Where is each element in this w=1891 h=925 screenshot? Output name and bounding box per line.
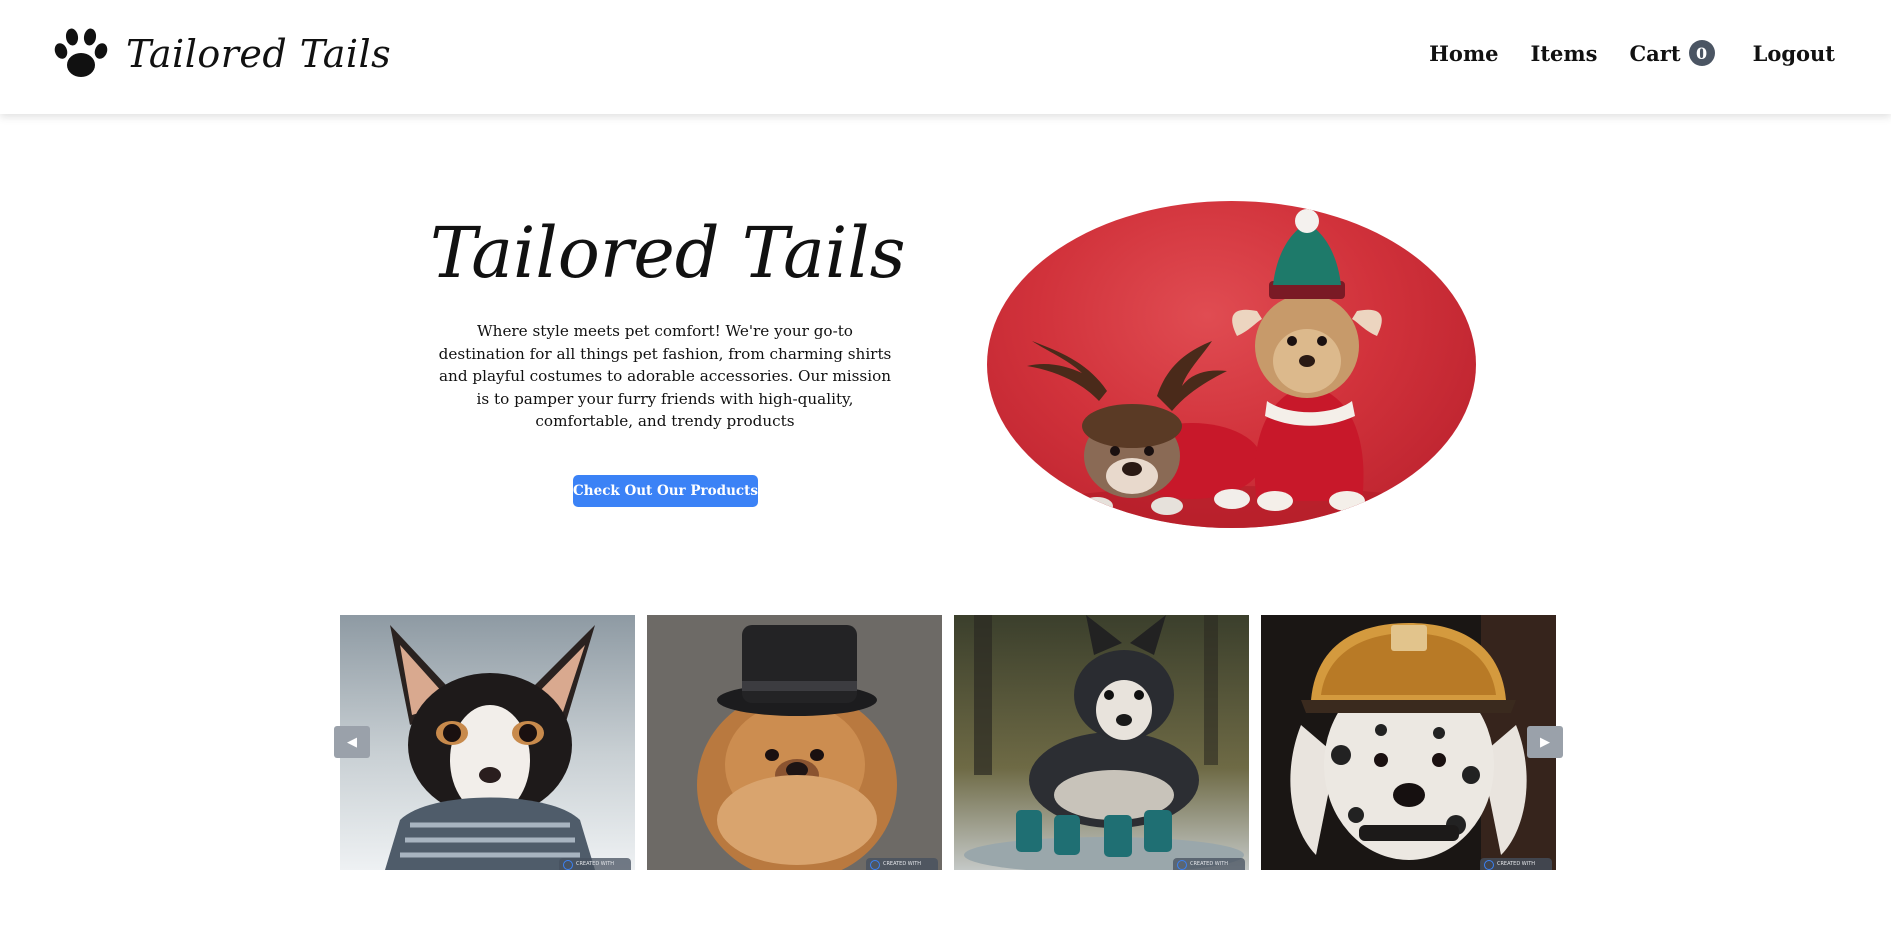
created-with-badge: CREATED WITH (559, 858, 631, 870)
carousel-slide[interactable]: CREATED WITH (1261, 615, 1556, 870)
carousel-next-button[interactable]: ▶ (1527, 726, 1563, 758)
carousel-slide[interactable]: CREATED WITH (340, 615, 635, 870)
nav-items-link[interactable]: Items (1531, 41, 1598, 66)
created-with-badge: CREATED WITH (1173, 858, 1245, 870)
nav-cart-link[interactable]: Cart 0 (1629, 40, 1715, 66)
hero-title: Tailored Tails (430, 212, 906, 294)
product-carousel: CREATED WITH CREATED WITH CREATED WITH C… (334, 615, 1564, 870)
created-with-badge: CREATED WITH (866, 858, 938, 870)
brand-name: Tailored Tails (126, 32, 392, 76)
nav-home-link[interactable]: Home (1429, 41, 1498, 66)
cart-label: Cart (1629, 40, 1681, 66)
hero-description: Where style meets pet comfort! We're you… (438, 322, 892, 431)
brand-logo-link[interactable]: Tailored Tails (52, 22, 391, 86)
site-header: Tailored Tails Home Items Cart 0 Logout (0, 0, 1891, 114)
main-nav: Home Items Cart 0 Logout (1429, 40, 1835, 66)
carousel-prev-button[interactable]: ◀ (334, 726, 370, 758)
check-out-products-button[interactable]: Check Out Our Products (573, 475, 758, 507)
carousel-slide[interactable]: CREATED WITH (647, 615, 942, 870)
created-with-badge: CREATED WITH (1480, 858, 1552, 870)
nav-logout-link[interactable]: Logout (1753, 41, 1835, 66)
paw-icon (52, 27, 110, 81)
hero-image (987, 201, 1476, 528)
cart-count-badge: 0 (1688, 40, 1715, 66)
carousel-slide[interactable]: CREATED WITH (954, 615, 1249, 870)
